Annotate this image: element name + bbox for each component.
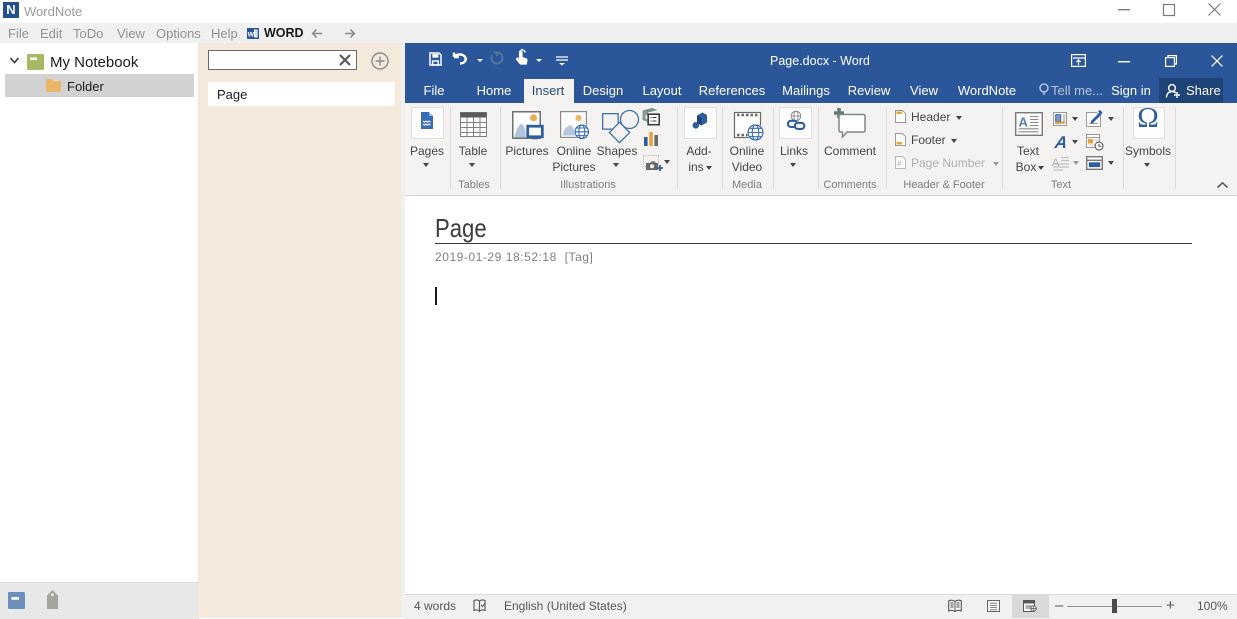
svg-text:A: A [1019,115,1029,130]
svg-text:w: w [247,30,255,39]
svg-text:#: # [897,159,902,168]
